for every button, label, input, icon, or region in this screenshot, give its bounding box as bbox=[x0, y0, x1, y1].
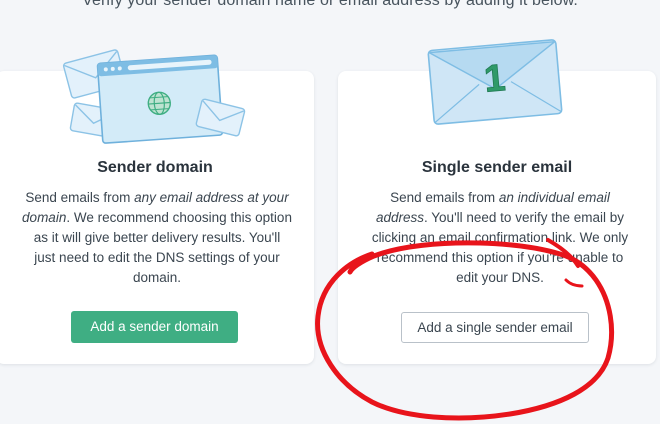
single-sender-title: Single sender email bbox=[421, 159, 573, 176]
add-sender-domain-button[interactable]: Add a sender domain bbox=[71, 311, 238, 343]
single-sender-description: Send emails from an individual email add… bbox=[371, 190, 629, 285]
sender-domain-card: Sender domain Send emails from any email… bbox=[0, 49, 314, 364]
intro-text: Verify your sender domain name or email … bbox=[82, 0, 578, 9]
envelope-badge-number: 1 bbox=[482, 57, 507, 101]
single-sender-card: 1 Single sender email Send emails from a… bbox=[338, 39, 656, 364]
sender-domain-title: Sender domain bbox=[97, 159, 213, 176]
envelope-number-one-icon: 1 bbox=[427, 39, 563, 125]
add-single-sender-button[interactable]: Add a single sender email bbox=[401, 312, 589, 343]
sender-domain-description: Send emails from any email address at yo… bbox=[22, 190, 292, 285]
browser-with-envelopes-icon bbox=[62, 49, 246, 144]
